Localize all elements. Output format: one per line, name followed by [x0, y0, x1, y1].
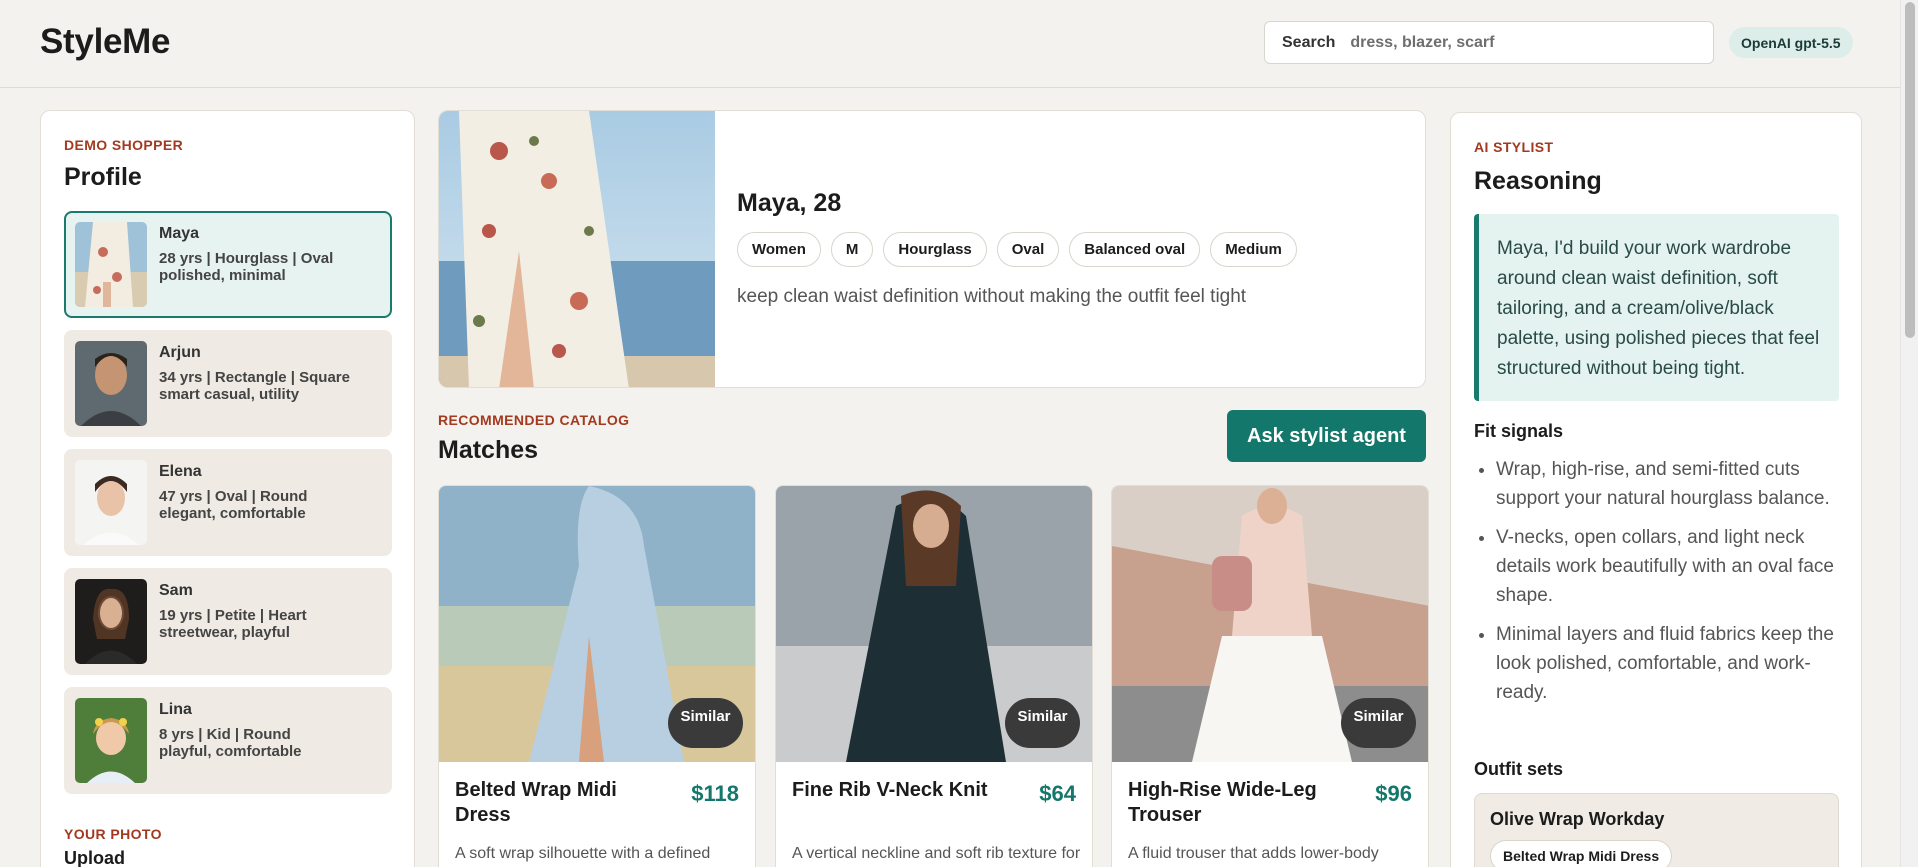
avatar	[75, 460, 147, 545]
product-description: A soft wrap silhouette with a defined	[455, 845, 711, 862]
avatar	[75, 341, 147, 426]
search-input[interactable]: Search dress, blazer, scarf	[1264, 21, 1714, 64]
profile-card-maya[interactable]: Maya 28 yrs | Hourglass | Oval polished, …	[64, 211, 392, 318]
product-price: $64	[1039, 781, 1076, 806]
fit-signals-list: Wrap, high-rise, and semi-fitted cuts su…	[1474, 455, 1844, 717]
photo-eyebrow: YOUR PHOTO	[64, 826, 162, 842]
stylist-eyebrow: AI STYLIST	[1474, 139, 1554, 155]
profile-name: Sam	[159, 582, 193, 599]
fit-signal: Minimal layers and fluid fabrics keep th…	[1496, 620, 1844, 707]
tag-chip: Balanced oval	[1069, 232, 1201, 267]
stylist-reasoning: Maya, I'd build your work wardrobe aroun…	[1474, 214, 1839, 401]
app-logo[interactable]: StyleMe	[40, 22, 170, 62]
stylist-panel: AI STYLIST Reasoning Maya, I'd build you…	[1450, 112, 1862, 867]
outfit-item-chip[interactable]: Belted Wrap Midi Dress	[1490, 840, 1673, 867]
product-price: $96	[1375, 781, 1412, 806]
profile-meta: 47 yrs | Oval | Round elegant, comfortabl…	[159, 488, 308, 522]
model-badge: OpenAI gpt-5.5	[1729, 27, 1853, 58]
catalog-title: Matches	[438, 436, 539, 464]
fit-signals-title: Fit signals	[1474, 421, 1564, 441]
profile-card-lina[interactable]: Lina 8 yrs | Kid | Round playful, comfort…	[64, 687, 392, 794]
profile-card-sam[interactable]: Sam 19 yrs | Petite | Heart streetwear, p…	[64, 568, 392, 675]
profile-name: Lina	[159, 701, 192, 718]
similar-button[interactable]: Similar	[1005, 698, 1080, 748]
fit-signal: Wrap, high-rise, and semi-fitted cuts su…	[1496, 455, 1844, 513]
similar-button[interactable]: Similar	[1341, 698, 1416, 748]
profile-name: Maya	[159, 225, 200, 242]
shopper-tags: Women M Hourglass Oval Balanced oval Med…	[737, 232, 1297, 267]
product-price: $118	[691, 781, 739, 806]
shopper-goal: keep clean waist definition without maki…	[737, 286, 1247, 307]
profile-list: Maya 28 yrs | Hourglass | Oval polished, …	[64, 211, 392, 806]
tag-chip: Medium	[1210, 232, 1297, 267]
upload-button[interactable]: Upload	[64, 848, 125, 867]
outfit-name: Olive Wrap Workday	[1490, 809, 1665, 829]
profile-meta: 34 yrs | Rectangle | Square smart casual,…	[159, 369, 350, 403]
profile-card-arjun[interactable]: Arjun 34 yrs | Rectangle | Square smart c…	[64, 330, 392, 437]
tag-chip: Women	[737, 232, 821, 267]
tag-chip: M	[830, 232, 874, 267]
outfit-sets-title: Outfit sets	[1474, 759, 1564, 779]
top-bar: StyleMe Search dress, blazer, scarf Open…	[0, 0, 1900, 88]
product-name: Fine Rib V-Neck Knit	[792, 779, 988, 801]
scrollbar-thumb[interactable]	[1905, 2, 1915, 338]
profile-eyebrow: DEMO SHOPPER	[64, 137, 184, 153]
profile-meta: 8 yrs | Kid | Round playful, comfortable	[159, 726, 302, 760]
product-card[interactable]: Similar High-Rise Wide-Leg Trouser $96 A…	[1111, 485, 1429, 867]
profile-name: Arjun	[159, 344, 201, 361]
product-name: High-Rise Wide-Leg Trouser	[1128, 779, 1317, 826]
profile-meta: 28 yrs | Hourglass | Oval polished, minim…	[159, 250, 334, 284]
profile-card-elena[interactable]: Elena 47 yrs | Oval | Round elegant, comf…	[64, 449, 392, 556]
page-scrollbar[interactable]	[1900, 0, 1918, 867]
product-card[interactable]: Similar Fine Rib V-Neck Knit $64 A verti…	[775, 485, 1093, 867]
tag-chip: Hourglass	[883, 232, 987, 267]
profile-name: Elena	[159, 463, 202, 480]
shopper-name: Maya, 28	[737, 189, 842, 217]
profile-meta: 19 yrs | Petite | Heart streetwear, playf…	[159, 607, 307, 641]
profile-title: Profile	[64, 163, 142, 191]
avatar	[75, 698, 147, 783]
search-placeholder[interactable]: dress, blazer, scarf	[1350, 34, 1494, 52]
search-label: Search	[1282, 33, 1336, 51]
shopper-photo	[439, 111, 715, 387]
outfit-set-card[interactable]: Olive Wrap Workday Belted Wrap Midi Dres…	[1474, 793, 1839, 867]
avatar	[75, 222, 147, 307]
product-name: Belted Wrap Midi Dress	[455, 779, 617, 826]
product-card[interactable]: Similar Belted Wrap Midi Dress $118 A so…	[438, 485, 756, 867]
avatar	[75, 579, 147, 664]
product-description: A fluid trouser that adds lower-body	[1128, 845, 1379, 862]
similar-button[interactable]: Similar	[668, 698, 743, 748]
profile-panel: DEMO SHOPPER Profile Maya 28 yrs | Hourg…	[40, 110, 415, 867]
shopper-hero: Maya, 28 Women M Hourglass Oval Balanced…	[438, 110, 1426, 388]
catalog-eyebrow: RECOMMENDED CATALOG	[438, 412, 630, 428]
fit-signal: V-necks, open collars, and light neck de…	[1496, 523, 1844, 610]
stylist-title: Reasoning	[1474, 167, 1602, 195]
product-description: A vertical neckline and soft rib texture…	[792, 845, 1081, 862]
tag-chip: Oval	[996, 232, 1060, 267]
ask-stylist-button[interactable]: Ask stylist agent	[1227, 410, 1426, 462]
